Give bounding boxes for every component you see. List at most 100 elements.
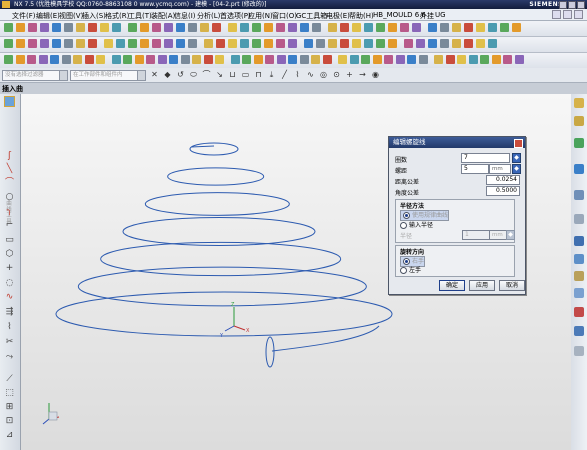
toolbar-button-icon[interactable] [128,39,137,48]
circle-icon[interactable]: ○ [4,192,15,203]
menu-edit[interactable]: 编辑(E) [36,11,60,21]
toolbar-button-icon[interactable] [395,55,405,64]
radius-spin-icon[interactable]: ◆ [506,230,515,240]
toolbar-button-icon[interactable] [388,39,397,48]
toolbar-button-icon[interactable] [500,23,509,32]
toolbar-button-icon[interactable] [352,39,361,48]
toolbar-button-icon[interactable] [104,39,113,48]
toolbar-button-icon[interactable] [276,39,285,48]
toolbar-button-icon[interactable] [476,23,485,32]
apply-button[interactable]: 应用 [469,280,495,291]
doc-close-button[interactable] [574,10,583,19]
toolbar-button-icon[interactable] [428,39,437,48]
line-icon[interactable]: ╲ [4,164,15,175]
snap-point-icon[interactable]: ⊓ [254,70,263,79]
polygon-icon[interactable]: ⬡ [4,249,15,260]
toolbar-button-icon[interactable] [288,23,297,32]
toolbar-button-icon[interactable] [188,23,197,32]
ok-button[interactable]: 确定 [439,280,465,291]
pitch-spin-icon[interactable]: ◆ [512,164,521,174]
toolbar-button-icon[interactable] [84,55,94,64]
toolbar-button-icon[interactable] [192,55,201,64]
menu-preferences[interactable]: 首选项(P) [220,11,251,21]
toolbar-button-icon[interactable] [376,23,385,32]
snap-point-icon[interactable]: ◆ [163,70,172,79]
toolbar-button-icon[interactable] [322,55,332,64]
toolbar-button-icon[interactable] [340,39,349,48]
menu-assembly[interactable]: 装配(A) [151,11,175,21]
toolbar-button-icon[interactable] [188,39,197,48]
menu-help[interactable]: 帮助(H) [349,11,374,21]
toolbar-button-icon[interactable] [488,23,497,32]
toolbar-button-icon[interactable] [364,23,373,32]
toolbar-button-icon[interactable] [372,55,382,64]
arc-icon[interactable]: ⌒ [4,178,15,189]
toolbar-button-icon[interactable] [242,55,251,64]
snap-point-icon[interactable]: ⊔ [228,70,237,79]
toolbar-button-icon[interactable] [176,39,185,48]
toolbar-button-icon[interactable] [61,55,71,64]
toolbar-button-icon[interactable] [128,23,137,32]
point-icon[interactable]: + [4,263,15,274]
toolbar-button-icon[interactable] [264,39,273,48]
toolbar-button-icon[interactable] [4,39,13,48]
toolbar-button-icon[interactable] [240,23,249,32]
radius-unit-dropdown[interactable]: mm [489,230,507,240]
snap-point-icon[interactable]: ⌇ [293,70,302,79]
toolbar-button-icon[interactable] [440,23,449,32]
snap-point-icon[interactable]: ▭ [241,70,250,79]
toolbar-button-icon[interactable] [164,39,173,48]
extend-curve-icon[interactable]: ⤳ [4,352,15,363]
menu-hb-mould[interactable]: HB_MOULD 6.6 [373,11,426,19]
process-studio-icon[interactable] [574,236,584,246]
toolbar-button-icon[interactable] [464,39,473,48]
toolbar-button-icon[interactable] [491,55,501,64]
toolbar-button-icon[interactable] [312,23,321,32]
toolbar-button-icon[interactable] [96,55,105,64]
toolbar-button-icon[interactable] [376,39,385,48]
toolbar-button-icon[interactable] [288,55,297,64]
toolbar-button-icon[interactable] [152,39,161,48]
toolbar-button-icon[interactable] [212,23,221,32]
toolbar-button-icon[interactable] [512,23,521,32]
menu-info[interactable]: 信息(I) [174,11,196,21]
toolbar-button-icon[interactable] [40,39,49,48]
toolbar-button-icon[interactable] [276,55,286,64]
toolbar-button-icon[interactable] [328,23,337,32]
toolbar-button-icon[interactable] [203,55,213,64]
close-button[interactable] [577,1,585,9]
doc-minimize-button[interactable] [552,10,561,19]
toolbar-button-icon[interactable] [340,23,349,32]
toolbar-button-icon[interactable] [384,55,393,64]
menu-application[interactable]: 应用(N) [248,11,273,21]
toolbar-button-icon[interactable] [100,23,109,32]
project-curve-icon[interactable]: ⬚ [4,388,15,399]
distance-tolerance-input[interactable]: 0.0254 [486,175,520,185]
menu-format[interactable]: 格式(R) [105,11,129,21]
toolbar-button-icon[interactable] [230,55,240,64]
toolbar-button-icon[interactable] [76,39,85,48]
toolbar-button-icon[interactable] [418,55,428,64]
part-navigator-icon[interactable] [574,116,584,126]
snap-point-icon[interactable]: ◎ [319,70,328,79]
menu-window[interactable]: 窗口(O) [272,11,297,21]
toolbar-button-icon[interactable] [176,23,185,32]
toolbar-button-icon[interactable] [157,55,167,64]
toolbar-button-icon[interactable] [88,23,97,32]
toolbar-button-icon[interactable] [28,39,37,48]
toolbar-button-icon[interactable] [464,23,473,32]
toolbar-button-icon[interactable] [64,23,73,32]
snap-point-icon[interactable]: ∿ [306,70,315,79]
toolbar-button-icon[interactable] [216,39,225,48]
trim-curve-icon[interactable]: ✂ [4,337,15,348]
menu-electrode[interactable]: 电极(E) [326,11,350,21]
toolbar-button-icon[interactable] [388,23,397,32]
toolbar-button-icon[interactable] [215,55,224,64]
maximize-button[interactable] [568,1,576,9]
toolbar-button-icon[interactable] [228,23,237,32]
toolbar-button-icon[interactable] [300,23,309,32]
toolbar-button-icon[interactable] [316,39,325,48]
toolbar-button-icon[interactable] [445,55,455,64]
menu-tools[interactable]: 工具(T) [128,11,152,21]
toolbar-button-icon[interactable] [140,39,149,48]
